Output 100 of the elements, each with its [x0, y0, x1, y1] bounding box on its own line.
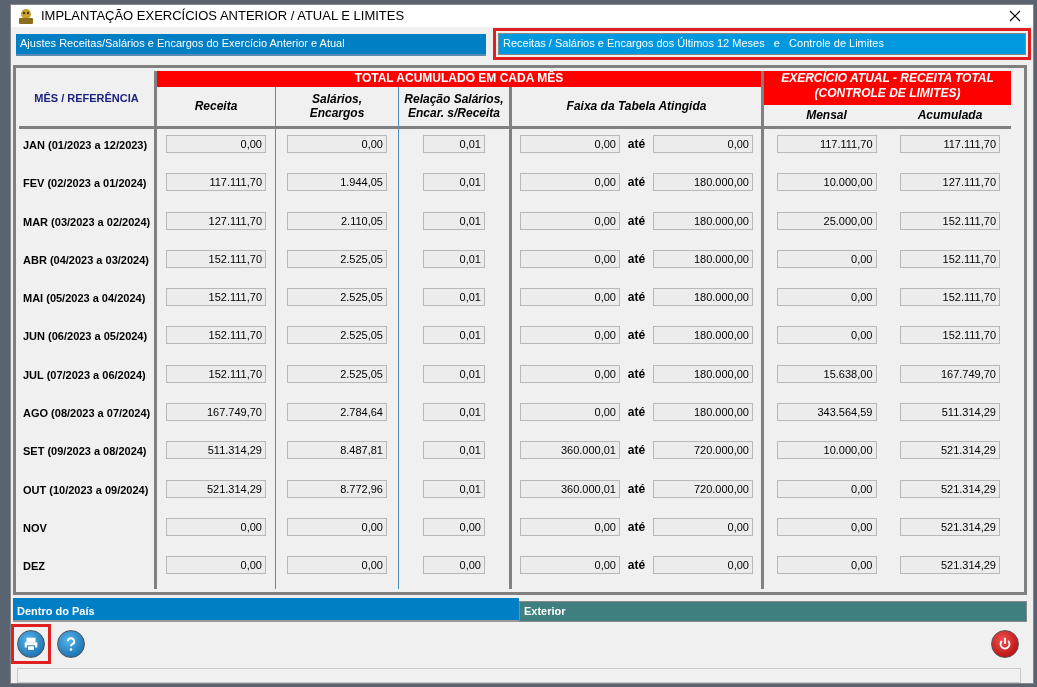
value-field: 0,00 [520, 403, 620, 422]
range-label: até [627, 250, 646, 266]
print-button[interactable] [17, 629, 45, 658]
month-label: MAI (05/2023 a 04/2024) [23, 292, 146, 305]
value-field: 521.314,29 [900, 556, 1000, 575]
value-field: 152.111,70 [900, 211, 1000, 230]
value-field: 127.111,70 [900, 173, 1000, 192]
value-field: 0,00 [520, 211, 620, 230]
month-label: JAN (01/2023 a 12/2023) [23, 138, 148, 151]
value-field: 180.000,00 [653, 288, 753, 307]
power-button[interactable] [991, 629, 1019, 658]
month-label: JUN (06/2023 a 05/2024) [23, 330, 148, 343]
value-field: 117.111,70 [776, 134, 877, 153]
range-label: até [627, 212, 646, 228]
month-label: FEV (02/2023 a 01/2024) [23, 177, 147, 190]
value-field: 0,00 [166, 134, 266, 153]
range-label: até [627, 557, 646, 573]
value-field: 360.000,01 [520, 441, 620, 460]
value-field: 0,00 [653, 134, 753, 153]
value-field: 8.772,96 [287, 479, 387, 498]
value-field: 343.564,59 [776, 403, 877, 422]
value-field: 152.111,70 [166, 249, 266, 268]
value-field: 0,00 [287, 517, 387, 536]
value-field: 117.111,70 [166, 173, 266, 192]
range-label: até [627, 174, 646, 190]
value-field: 0,00 [776, 479, 877, 498]
value-field: 10.000,00 [776, 441, 877, 460]
value-field: 152.111,70 [166, 326, 266, 345]
value-field: 152.111,70 [166, 364, 266, 383]
column-header: Relação Salários, Encar. s/Receita [399, 86, 512, 129]
value-field: 0,00 [520, 556, 620, 575]
value-field: 0,00 [653, 517, 753, 536]
value-field: 0,00 [520, 173, 620, 192]
value-field: 0,00 [520, 326, 620, 345]
value-field: 0,01 [423, 364, 485, 383]
value-field: 0,00 [520, 288, 620, 307]
window-title: IMPLANTAÇÃO EXERCÍCIOS ANTERIOR / ATUAL E LIMITES [41, 8, 406, 24]
value-field: 0,01 [423, 403, 485, 422]
value-field: 0,00 [287, 556, 387, 575]
value-field: 0,00 [520, 249, 620, 268]
column-header: Receita [157, 86, 276, 129]
range-label: até [627, 518, 646, 534]
range-label: até [627, 442, 646, 458]
value-field: 0,00 [776, 326, 877, 345]
value-field: 2.110,05 [287, 211, 387, 230]
value-field: 521.314,29 [166, 479, 266, 498]
month-label: DEZ [23, 560, 45, 573]
month-label: ABR (04/2023 a 03/2024) [23, 253, 149, 266]
value-field: 720.000,00 [653, 441, 753, 460]
value-field: 521.314,29 [900, 517, 1000, 536]
help-button[interactable] [57, 629, 85, 658]
value-field: 0,01 [423, 326, 485, 345]
value-field: 180.000,00 [653, 326, 753, 345]
tab[interactable]: Receitas / Salários e Encargos dos Últimos 12 Meses e Controle de Limites [498, 32, 1026, 55]
value-field: 0,00 [776, 556, 877, 575]
value-field: 167.749,70 [900, 364, 1000, 383]
value-field: 511.314,29 [900, 403, 1000, 422]
value-field: 511.314,29 [166, 441, 266, 460]
column-header: Faixa da Tabela Atingida [512, 86, 764, 129]
tab[interactable]: Ajustes Receitas/Salários e Encargos do Exercício Anterior e Atual [16, 33, 486, 56]
value-field: 10.000,00 [776, 173, 877, 192]
value-field: 0,00 [166, 517, 266, 536]
month-label: MAR (03/2023 a 02/2024) [23, 215, 151, 228]
column-header: Acumulada [889, 104, 1011, 129]
value-field: 0,00 [776, 517, 877, 536]
column-header: Salários, Encargos [276, 86, 399, 129]
month-label: NOV [23, 521, 47, 534]
value-field: 180.000,00 [653, 249, 753, 268]
value-field: 360.000,01 [520, 479, 620, 498]
value-field: 0,00 [520, 517, 620, 536]
value-field: 0,01 [423, 173, 485, 192]
close-icon[interactable] [1009, 9, 1021, 22]
value-field: 0,00 [423, 517, 485, 536]
value-field: 2.525,05 [287, 249, 387, 268]
value-field: 521.314,29 [900, 479, 1000, 498]
value-field: 2.525,05 [287, 326, 387, 345]
tab[interactable]: Dentro do País [13, 597, 519, 622]
month-label: SET (09/2023 a 08/2024) [23, 445, 147, 458]
range-label: até [627, 327, 646, 343]
range-label: até [627, 480, 646, 496]
tab[interactable]: Exterior [519, 600, 1027, 622]
value-field: 15.638,00 [776, 364, 877, 383]
group-header: EXERCÍCIO ATUAL - RECEITA TOTAL (CONTROLE DE LIMITES) [764, 70, 1011, 105]
value-field: 0,00 [776, 288, 877, 307]
value-field: 167.749,70 [166, 403, 266, 422]
value-field: 521.314,29 [900, 441, 1000, 460]
value-field: 180.000,00 [653, 173, 753, 192]
value-field: 0,01 [423, 479, 485, 498]
value-field: 0,01 [423, 134, 485, 153]
value-field: 0,01 [423, 211, 485, 230]
value-field: 180.000,00 [653, 364, 753, 383]
value-field: 0,01 [423, 288, 485, 307]
column-header: MÊS / REFERÊNCIA [19, 70, 157, 129]
value-field: 0,00 [287, 134, 387, 153]
range-label: até [627, 365, 646, 381]
range-label: até [627, 404, 646, 420]
value-field: 0,00 [166, 556, 266, 575]
value-field: 1.944,05 [287, 173, 387, 192]
value-field: 720.000,00 [653, 479, 753, 498]
value-field: 0,00 [423, 556, 485, 575]
